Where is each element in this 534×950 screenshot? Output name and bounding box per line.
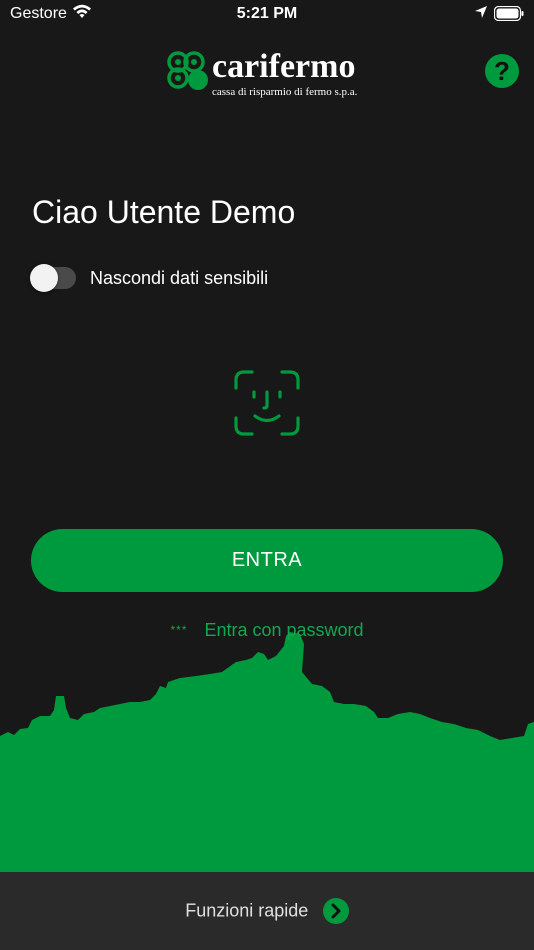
greeting-title: Ciao Utente Demo	[32, 194, 296, 230]
clock: 5:21 PM	[236, 5, 298, 22]
brand-name: carifermo	[212, 48, 356, 85]
battery-icon	[493, 5, 524, 26]
footer-bar: Funzioni rapide	[0, 872, 534, 950]
question-mark-icon: ?	[494, 56, 510, 86]
hide-sensitive-data-toggle[interactable]	[30, 264, 76, 292]
password-login-label: Entra con password	[204, 620, 364, 640]
password-stars-icon: ***	[170, 623, 188, 637]
header: carifermo cassa di risparmio di fermo s.…	[0, 40, 534, 110]
brand-tagline: cassa di risparmio di fermo s.p.a.	[212, 86, 358, 98]
carifermo-logo: carifermo cassa di risparmio di fermo s.…	[166, 48, 376, 100]
clover-icon	[167, 51, 208, 90]
help-button[interactable]: ?	[485, 54, 519, 88]
quick-functions-button[interactable]: Funzioni rapide	[0, 898, 534, 924]
enter-button[interactable]: ENTRA	[31, 529, 503, 592]
location-icon	[474, 5, 488, 24]
face-id-icon[interactable]	[234, 370, 300, 436]
status-bar: Gestore 5:21 PM	[0, 0, 534, 28]
city-skyline-illustration	[0, 632, 534, 872]
sensitive-data-row: Nascondi dati sensibili	[30, 264, 432, 294]
hide-sensitive-data-label: Nascondi dati sensibili	[90, 268, 269, 288]
chevron-right-icon	[322, 898, 349, 924]
password-login-link[interactable]: *** Entra con password	[0, 620, 534, 641]
toggle-knob	[30, 264, 58, 292]
quick-functions-label: Funzioni rapide	[185, 900, 309, 921]
